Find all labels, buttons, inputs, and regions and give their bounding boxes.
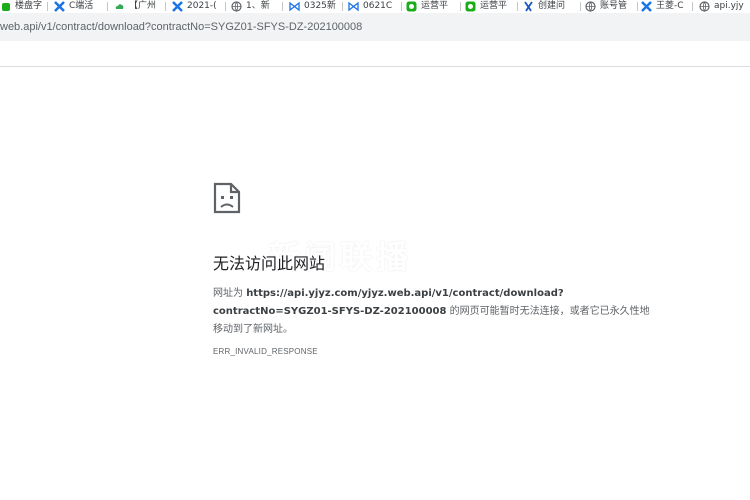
bookmark-label: 1、新 xyxy=(246,1,270,11)
error-line3: 移动到了新网址。 xyxy=(213,324,293,335)
bookmark-label: 0621C xyxy=(363,1,393,11)
bookmark-separator xyxy=(517,2,518,11)
url-text[interactable]: web.api/v1/contract/download?contractNo=… xyxy=(0,13,362,41)
bookmark-separator xyxy=(225,2,226,11)
bookmark-item[interactable]: C端活 xyxy=(54,0,104,13)
bookmark-item[interactable]: 1、新 xyxy=(231,0,279,13)
green-cloud-icon xyxy=(114,1,125,12)
bookmark-item[interactable]: 运营平 xyxy=(406,0,458,13)
bowtie-icon xyxy=(348,1,359,12)
bookmark-label: 运营平 xyxy=(421,1,449,11)
bookmark-separator xyxy=(282,2,283,11)
bookmark-separator xyxy=(637,2,638,11)
globe-icon xyxy=(699,1,710,12)
bookmark-separator xyxy=(165,2,166,11)
bookmark-item[interactable]: api.yjy xyxy=(699,0,750,13)
bookmark-separator xyxy=(342,2,343,11)
bookmark-item[interactable]: 【广州 xyxy=(114,0,162,13)
bookmark-separator xyxy=(692,2,693,11)
bookmark-item[interactable]: 王菱-C xyxy=(641,0,691,13)
bookmark-label: 0325新 xyxy=(304,1,336,11)
bookmark-item[interactable]: 运营平 xyxy=(465,0,515,13)
bookmark-label: 创建问 xyxy=(538,1,566,11)
bookmark-label: 【广州 xyxy=(129,1,157,11)
green-bubble-icon xyxy=(465,1,476,12)
error-code: ERR_INVALID_RESPONSE xyxy=(213,347,318,356)
bookmark-label: 楼盘字 xyxy=(15,1,43,11)
error-title: 无法访问此网站 xyxy=(213,254,326,273)
bookmarks-bar: 楼盘字 C端活 【广州 2021-( 1、新 0325新 0621C 运营平 运… xyxy=(0,0,750,13)
bookmark-label: 王菱-C xyxy=(656,1,684,11)
green-bubble-icon xyxy=(406,1,417,12)
blue-x-icon xyxy=(54,1,65,12)
blue-x-icon xyxy=(172,1,183,12)
bookmark-label: C端活 xyxy=(69,1,94,11)
toolbar-divider xyxy=(0,66,750,67)
bookmark-item[interactable]: 0621C xyxy=(348,0,398,13)
bookmark-separator xyxy=(107,2,108,11)
globe-icon xyxy=(585,1,596,12)
blue-figure-icon xyxy=(523,1,534,12)
bookmark-item[interactable]: 账号管 xyxy=(585,0,635,13)
address-bar[interactable]: web.api/v1/contract/download?contractNo=… xyxy=(0,13,750,41)
square-green-icon xyxy=(0,1,11,12)
globe-icon xyxy=(231,1,242,12)
bookmark-label: 2021-( xyxy=(187,1,217,11)
error-url-line2: contractNo=SYGZ01-SFYS-DZ-202100008 xyxy=(213,306,447,317)
error-url-line1: https://api.yjyz.com/yjyz.web.api/v1/con… xyxy=(246,288,564,299)
bookmark-item[interactable]: 2021-( xyxy=(172,0,222,13)
bookmark-item[interactable]: 创建问 xyxy=(523,0,578,13)
error-prefix: 网址为 xyxy=(213,288,247,299)
bookmark-item[interactable]: 楼盘字 xyxy=(0,0,44,13)
bookmark-label: 运营平 xyxy=(480,1,508,11)
bookmark-label: api.yjy xyxy=(714,1,744,11)
bookmark-item[interactable]: 0325新 xyxy=(289,0,339,13)
error-suffix: 的网页可能暂时无法连接，或者它已永久性地 xyxy=(446,306,650,317)
bookmark-separator xyxy=(580,2,581,11)
error-description: 网址为 https://api.yjyz.com/yjyz.web.api/v1… xyxy=(213,285,663,339)
blue-x-icon xyxy=(641,1,652,12)
bookmark-separator xyxy=(47,2,48,11)
bookmark-separator xyxy=(401,2,402,11)
bookmark-separator xyxy=(460,2,461,11)
bookmark-label: 账号管 xyxy=(600,1,628,11)
bowtie-icon xyxy=(289,1,300,12)
sad-page-icon xyxy=(213,182,241,214)
